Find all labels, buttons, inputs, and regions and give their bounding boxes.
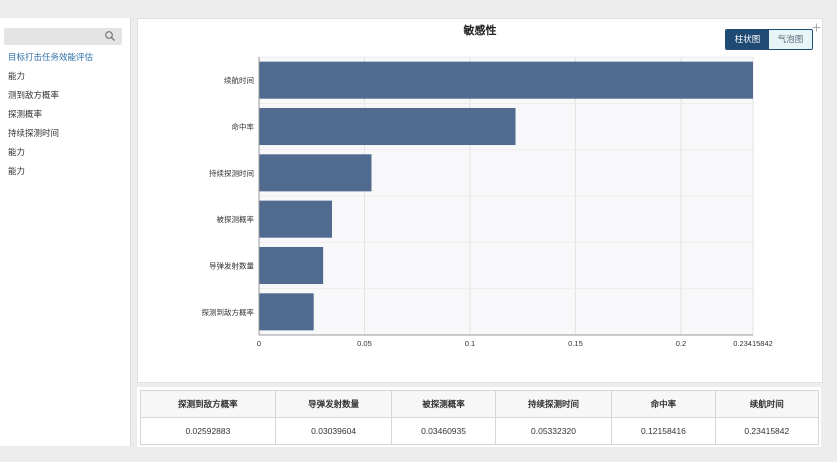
tree-item[interactable]: 能力 <box>0 67 130 86</box>
tree-item[interactable]: 测到敌方概率 <box>0 86 130 105</box>
y-category-label: 持续探测时间 <box>209 168 254 178</box>
tree-item-root[interactable]: 目标打击任务效能评估 <box>0 48 130 67</box>
y-category-label: 续航时间 <box>224 75 254 85</box>
tree-item[interactable]: 探测概率 <box>0 105 130 124</box>
tree-item[interactable]: 能力 <box>0 143 130 162</box>
y-category-label: 探测到敌方概率 <box>202 307 255 317</box>
table-header-cell: 续航时间 <box>714 390 820 418</box>
data-table-panel: 探测到敌方概率 导弹发射数量 被探测概率 持续探测时间 命中率 续航时间 0.0… <box>137 387 821 447</box>
sensitivity-bar-chart: 0 0.05 0.1 0.15 0.2 0.23415842 续航时间命中率持续探测时间被探… <box>202 56 773 348</box>
sensitivity-table: 探测到敌方概率 导弹发射数量 被探测概率 持续探测时间 命中率 续航时间 0.0… <box>140 390 820 445</box>
table-cell: 0.03460935 <box>391 417 496 445</box>
y-category-label: 导弹发射数量 <box>209 261 254 271</box>
bar <box>259 154 372 192</box>
tree-list: 目标打击任务效能评估 能力 测到敌方概率 探测概率 持续探测时间 能力 能力 <box>0 48 130 181</box>
x-tick-label: 0.05 <box>357 339 372 348</box>
x-tick-label: 0.2 <box>676 339 686 348</box>
x-tick-label: 0.1 <box>465 339 475 348</box>
table-header-cell: 被探测概率 <box>391 390 496 418</box>
x-tick-label: 0.23415842 <box>733 339 773 348</box>
table-cell: 0.03039604 <box>274 417 393 445</box>
tree-item[interactable]: 能力 <box>0 162 130 181</box>
search-input[interactable] <box>4 28 122 45</box>
table-header-cell: 探测到敌方概率 <box>140 390 276 418</box>
table-header-cell: 导弹发射数量 <box>274 390 393 418</box>
table-row: 0.02592883 0.03039604 0.03460935 0.05332… <box>140 417 820 445</box>
table-cell: 0.05332320 <box>494 417 613 445</box>
table-header-cell: 持续探测时间 <box>494 390 613 418</box>
y-category-label: 命中率 <box>232 122 255 132</box>
x-tick-label: 0.15 <box>568 339 583 348</box>
table-cell: 0.12158416 <box>611 417 716 445</box>
bar <box>259 107 516 146</box>
tree-item[interactable]: 持续探测时间 <box>0 124 130 143</box>
table-header-cell: 命中率 <box>611 390 716 418</box>
table-cell: 0.23415842 <box>714 417 820 445</box>
x-tick-label: 0 <box>257 339 261 348</box>
tree-panel: 目标打击任务效能评估 能力 测到敌方概率 探测概率 持续探测时间 能力 能力 <box>0 18 131 446</box>
bar <box>259 246 324 285</box>
bar <box>259 61 753 99</box>
table-cell: 0.02592883 <box>140 417 276 445</box>
table-header-row: 探测到敌方概率 导弹发射数量 被探测概率 持续探测时间 命中率 续航时间 <box>140 390 820 418</box>
search-icon[interactable] <box>104 30 116 42</box>
bar <box>259 200 333 238</box>
chart-panel: 敏感性 柱状图 气泡图 0 0.05 0.1 0.15 0.2 0.23415842 续航时… <box>137 18 823 383</box>
y-category-label: 被探测概率 <box>217 214 255 224</box>
bar <box>259 293 314 331</box>
